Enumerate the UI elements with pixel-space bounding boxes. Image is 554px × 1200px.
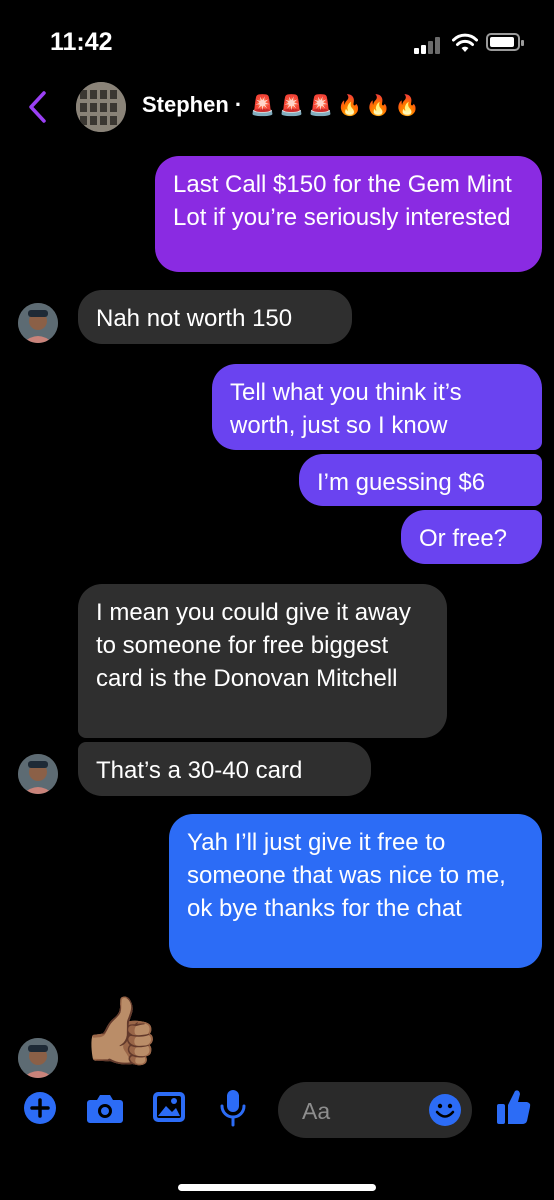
- gallery-icon[interactable]: [152, 1091, 186, 1123]
- sender-avatar[interactable]: [18, 754, 58, 794]
- composer-bar: [0, 1070, 554, 1150]
- battery-icon: [486, 33, 524, 51]
- back-chevron-icon[interactable]: [26, 90, 48, 124]
- title-emojis: 🚨🚨🚨🔥🔥🔥: [250, 95, 424, 117]
- emoji-icon[interactable]: [428, 1093, 462, 1127]
- conversation-header: Stephen · 🚨🚨🚨🔥🔥🔥: [0, 80, 554, 136]
- contact-name-text: Stephen ·: [142, 92, 243, 117]
- signal-icon: [414, 36, 444, 54]
- sender-avatar[interactable]: [18, 303, 58, 343]
- message-bubble-incoming[interactable]: That’s a 30-40 card: [78, 742, 371, 796]
- message-bubble-incoming[interactable]: I mean you could give it away to someone…: [78, 584, 447, 738]
- thumbs-up-emoji-message[interactable]: 👍🏽: [80, 990, 162, 1070]
- microphone-icon[interactable]: [218, 1088, 248, 1128]
- status-bar: 11:42: [0, 0, 554, 80]
- camera-icon[interactable]: [86, 1092, 124, 1124]
- thumbs-up-icon[interactable]: [496, 1088, 532, 1126]
- message-bubble-outgoing[interactable]: Or free?: [401, 510, 542, 564]
- message-input[interactable]: [300, 1096, 424, 1126]
- home-indicator: [178, 1184, 376, 1191]
- message-bubble-incoming[interactable]: Nah not worth 150: [78, 290, 352, 344]
- contact-avatar[interactable]: [76, 82, 126, 132]
- message-bubble-outgoing[interactable]: I’m guessing $6: [299, 454, 542, 506]
- wifi-icon: [452, 33, 478, 52]
- plus-icon[interactable]: [22, 1090, 58, 1126]
- message-input-container[interactable]: [278, 1082, 472, 1138]
- status-time: 11:42: [50, 28, 113, 56]
- message-bubble-outgoing[interactable]: Tell what you think it’s worth, just so …: [212, 364, 542, 450]
- message-bubble-outgoing[interactable]: Last Call $150 for the Gem Mint Lot if y…: [155, 156, 542, 272]
- message-bubble-outgoing[interactable]: Yah I’ll just give it free to someone th…: [169, 814, 542, 968]
- contact-name[interactable]: Stephen · 🚨🚨🚨🔥🔥🔥: [142, 92, 424, 118]
